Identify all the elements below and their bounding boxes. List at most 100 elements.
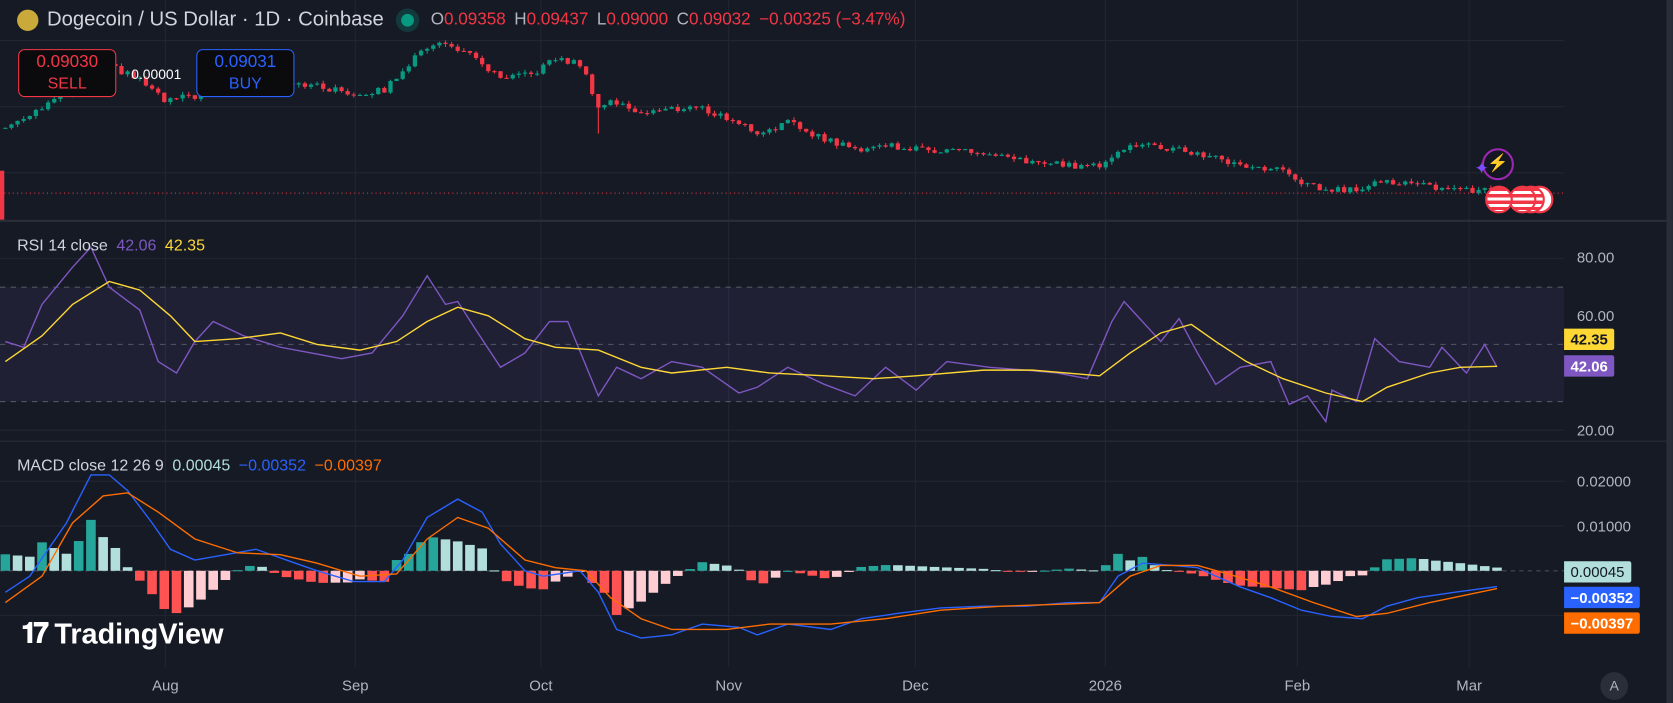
macd-histogram-bar [1321,570,1331,585]
candle-body [1348,187,1353,193]
candle-body [1390,180,1396,185]
candle-body [498,71,503,78]
candle-body [571,60,577,64]
us-flag-event-icon[interactable] [1485,185,1513,214]
candle-body [1299,179,1304,185]
candle-body [852,147,858,149]
candle-body [1415,183,1420,185]
candle-body [608,100,613,106]
macd-histogram-bar [306,570,316,582]
candle-body [773,129,778,131]
candle-body [749,124,754,132]
candle-body [516,73,521,75]
candle-body [1311,183,1316,185]
macd-histogram-bar [599,570,610,593]
candle-body [742,124,748,126]
candle-body [590,74,595,94]
macd-histogram-bar [183,570,194,608]
macd-legend: MACD close 12 26 9 0.00045 −0.00352 −0.0… [17,457,382,475]
chart-frame: Dogecoin / US Dollar · 1D · Coinbase O0.… [0,0,1673,703]
macd-histogram-bar [978,568,989,571]
macd-histogram-bar [1357,570,1368,576]
candle-body [168,98,173,103]
symbol-title[interactable]: Dogecoin / US Dollar · 1D · Coinbase [47,9,384,32]
candle-body [1146,143,1151,145]
macd-pane[interactable] [0,441,1565,667]
candle-body [1366,186,1371,190]
macd-histogram-bar [73,541,84,571]
macd-histogram-bar [844,570,854,572]
macd-histogram-bar [941,567,952,571]
candle-body [461,50,466,52]
candle-body [186,94,191,96]
open-value: 0.09358 [444,10,506,29]
candle-body [437,42,442,46]
price-pane[interactable] [0,0,1565,220]
candle-body [314,83,320,85]
candle-body [400,71,405,79]
candle-body [962,149,968,151]
candle-body [755,131,760,135]
tradingview-logo-icon: 𝟏𝟕 [21,616,49,649]
macd-histogram-bar [245,565,255,571]
candle-body [1372,181,1377,187]
symbol-header: Dogecoin / US Dollar · 1D · Coinbase O0.… [17,9,905,32]
sell-button[interactable]: 0.09030 SELL [18,49,117,98]
candle-body [920,146,925,148]
candle-body [712,113,717,116]
candle-body [162,92,167,103]
candle-body [895,143,901,150]
candle-body [1091,163,1096,166]
candle-body [632,108,638,113]
candle-body [1176,147,1182,149]
macd-chart [0,441,1565,667]
time-tick: 2026 [1088,676,1122,694]
rsi-axis[interactable]: 80.00 60.00 20.00 42.35 42.06 [1564,222,1666,441]
candle-body [797,122,803,129]
price-chart [0,0,1565,220]
macd-histogram-bar [954,567,964,571]
macd-histogram-bar [1296,570,1307,591]
candle-body [577,60,583,67]
macd-histogram-bar [477,548,487,571]
candle-body [357,94,363,96]
candle-body [1439,187,1445,190]
sparkle-icon: ✦ [1474,160,1489,179]
candle-body [382,87,387,93]
auto-scale-button[interactable]: A [1600,672,1629,700]
rsi-label[interactable]: RSI 14 close [17,237,108,255]
macd-axis[interactable]: 0.02000 0.01000 0.00045 −0.00352 −0.0039… [1564,442,1666,667]
rsi-pane[interactable] [0,221,1565,441]
macd-histogram-bar [1467,564,1478,571]
macd-histogram-bar [1382,559,1392,571]
candle-body [663,108,668,111]
candle-body [418,50,424,56]
candle-body [1152,143,1157,146]
candle-body [1018,157,1023,160]
buy-button[interactable]: 0.09031 BUY [196,49,295,98]
candle-body [975,152,980,154]
time-tick: Sep [341,676,369,694]
candle-body [1073,162,1078,169]
macd-histogram-bar [624,570,634,609]
macd-histogram-bar [795,570,805,574]
macd-histogram-bar [807,570,818,576]
macd-signal-line [4,492,1498,631]
macd-histogram-bar [770,570,781,578]
dogecoin-logo-icon [17,9,39,31]
candle-body [1335,187,1341,192]
candle-body [1195,152,1200,155]
macd-label[interactable]: MACD close 12 26 9 [17,457,164,475]
candle-body [1305,183,1310,185]
macd-histogram-bar [428,537,439,571]
tradingview-logo[interactable]: 𝟏𝟕 TradingView [21,617,223,651]
candle-body [1354,187,1359,192]
candle-body [1384,180,1390,183]
candle-body [1201,152,1206,158]
candle-body [1225,159,1231,164]
macd-histogram-bar [880,565,891,571]
candle-body [1115,151,1121,158]
candle-body [987,154,992,156]
macd-histogram-bar [648,570,659,593]
candle-body [1036,160,1041,163]
